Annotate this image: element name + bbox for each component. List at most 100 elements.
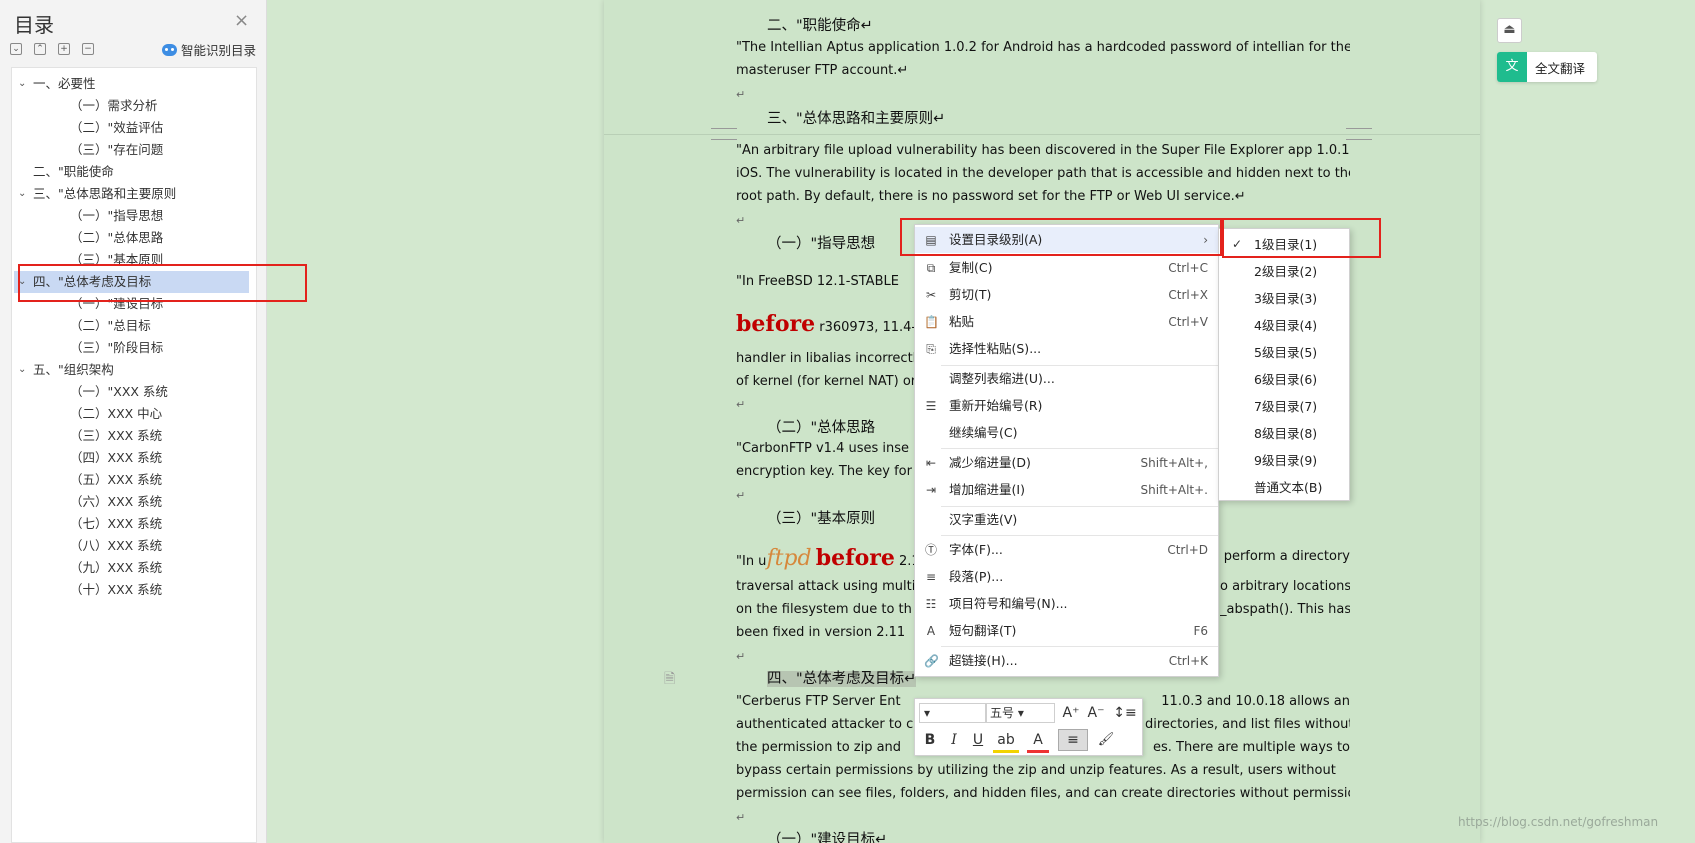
menu-decrease-indent[interactable]: ⇤ 减少缩进量(D) Shift+Alt+, [915,450,1218,476]
menu-bullets-numbering[interactable]: ☷ 项目符号和编号(N)... [915,591,1218,617]
font-color-icon[interactable]: A [1027,730,1049,753]
doc-paragraph[interactable]: "In FreeBSD 12.1-STABLE [736,270,906,293]
toc-item[interactable]: （一）"指导思想 [70,206,163,226]
font-size-select[interactable]: 五号 ▾ [985,703,1055,723]
doc-heading[interactable]: （一）"指导思想 [767,232,875,253]
submenu-level-8[interactable]: 8级目录(8) [1219,420,1349,447]
toc-item[interactable]: （三）XXX 系统 [70,426,162,446]
doc-heading-selected[interactable]: 四、"总体考虑及目标↵ [767,667,917,688]
toc-item[interactable]: ⌄ 三、"总体思路和主要原则 [18,184,176,204]
submenu-level-6[interactable]: 6级目录(6) [1219,366,1349,393]
collapse-panel-icon[interactable]: ⏏ [1497,18,1522,43]
menu-continue-numbering[interactable]: 继续编号(C) [915,420,1218,446]
doc-paragraph[interactable]: encryption key. The key for lo [736,460,916,483]
align-icon[interactable]: ≡ [1058,729,1088,751]
doc-heading[interactable]: 三、"总体思路和主要原则↵ [767,107,945,128]
menu-increase-indent[interactable]: ⇥ 增加缩进量(I) Shift+Alt+. [915,477,1218,503]
chevron-down-icon[interactable]: ⌄ [18,360,26,380]
remove-heading-icon[interactable]: − [82,43,94,55]
font-name-select[interactable]: ▾ [919,703,987,723]
toc-item[interactable]: （四）XXX 系统 [70,448,162,468]
submenu-level-5[interactable]: 5级目录(5) [1219,339,1349,366]
doc-paragraph[interactable]: authenticated attacker to cr [736,713,916,736]
menu-reselect-hanzi[interactable]: 汉字重选(V) [915,507,1218,533]
toc-item[interactable]: （三）"阶段目标 [70,338,163,358]
doc-paragraph[interactable]: "An arbitrary file upload vulnerability … [736,139,1350,162]
doc-paragraph[interactable]: bypass certain permissions by utilizing … [736,759,1350,782]
doc-paragraph[interactable]: handler in libalias incorrectly [736,347,916,370]
menu-font[interactable]: Ⓣ 字体(F)... Ctrl+D [915,537,1218,563]
doc-heading[interactable]: （二）"总体思路 [767,416,875,437]
format-painter-icon[interactable]: 🖌 [1095,730,1117,750]
doc-heading[interactable]: （一）"建设目标↵ [767,828,887,843]
doc-paragraph[interactable]: the permission to zip and [736,736,916,759]
chevron-down-icon[interactable]: ⌄ [18,184,26,204]
doc-paragraph[interactable]: on the filesystem due to th [736,598,916,621]
toc-item[interactable]: （二）XXX 中心 [70,404,162,424]
toc-item[interactable]: （二）"效益评估 [70,118,163,138]
add-heading-icon[interactable]: + [58,43,70,55]
doc-paragraph[interactable]: been fixed in version 2.11 [736,621,916,644]
submenu-level-4[interactable]: 4级目录(4) [1219,312,1349,339]
submenu-level-3[interactable]: 3级目录(3) [1219,285,1349,312]
toc-item[interactable]: （一）需求分析 [70,96,158,116]
shrink-font-icon[interactable]: A⁻ [1085,703,1107,723]
doc-paragraph[interactable]: before r360973, 11.4-B [736,309,916,343]
doc-paragraph[interactable]: "Cerberus FTP Server Ent [736,690,916,713]
submenu-level-7[interactable]: 7级目录(7) [1219,393,1349,420]
toc-item[interactable]: （九）XXX 系统 [70,558,162,578]
chevron-down-icon[interactable]: ⌄ [18,74,26,94]
doc-paragraph[interactable]: es. There are multiple ways to [1145,736,1350,759]
submenu-level-2[interactable]: 2级目录(2) [1219,258,1349,285]
doc-paragraph[interactable]: root path. By default, there is no passw… [736,185,1350,208]
toc-item[interactable]: （八）XXX 系统 [70,536,162,556]
doc-paragraph[interactable]: of kernel (for kernel NAT) or [736,370,916,393]
doc-paragraph[interactable]: permission can see files, folders, and h… [736,782,1350,805]
menu-copy[interactable]: ⧉ 复制(C) Ctrl+C [915,255,1218,281]
bold-icon[interactable]: B [921,730,939,750]
doc-paragraph[interactable]: 11.0.3 and 10.0.18 allows an [1160,690,1350,713]
toc-item[interactable]: （六）XXX 系统 [70,492,162,512]
toc-item[interactable]: 二、"职能使命 [33,162,114,182]
close-icon[interactable]: × [234,10,249,31]
highlight-icon[interactable]: ab [993,730,1019,753]
collapse-all-icon[interactable]: ⌄ [10,43,22,55]
toc-item[interactable]: （十）XXX 系统 [70,580,162,600]
doc-heading[interactable]: （三）"基本原则 [767,507,875,528]
menu-cut[interactable]: ✂ 剪切(T) Ctrl+X [915,282,1218,308]
expand-all-icon[interactable]: ⌃ [34,43,46,55]
full-translate-button[interactable]: 文 全文翻译 [1497,52,1597,82]
doc-heading[interactable]: 二、"职能使命↵ [767,14,873,35]
italic-icon[interactable]: I [945,730,963,750]
document-icon[interactable]: 🗎 [664,668,675,692]
menu-restart-numbering[interactable]: ☰ 重新开始编号(R) [915,393,1218,419]
doc-paragraph[interactable]: _abspath(). This has [1220,598,1350,621]
menu-paste-special[interactable]: ⎘ 选择性粘贴(S)... [915,336,1218,362]
submenu-level-9[interactable]: 9级目录(9) [1219,447,1349,474]
toc-item[interactable]: （五）XXX 系统 [70,470,162,490]
doc-paragraph[interactable]: masteruser FTP account.↵ [736,59,1350,82]
doc-paragraph[interactable]: iOS. The vulnerability is located in the… [736,162,1350,185]
toc-item[interactable]: （三）"存在问题 [70,140,163,160]
doc-paragraph[interactable]: o arbitrary locations [1220,575,1350,598]
grow-font-icon[interactable]: A⁺ [1060,703,1082,723]
smart-toc-button[interactable]: 智能识别目录 [162,40,256,59]
doc-paragraph[interactable]: "The Intellian Aptus application 1.0.2 f… [736,36,1350,59]
toc-item[interactable]: ⌄ 一、必要性 [18,74,96,94]
menu-hyperlink[interactable]: 🔗 超链接(H)... Ctrl+K [915,648,1218,674]
menu-paste[interactable]: 📋 粘贴 Ctrl+V [915,309,1218,335]
menu-paragraph[interactable]: ≡ 段落(P)... [915,564,1218,590]
line-spacing-icon[interactable]: ↕≡ [1111,703,1139,723]
doc-paragraph[interactable]: "In uftpd before 2.1 [736,543,916,577]
doc-paragraph[interactable]: "CarbonFTP v1.4 uses inse [736,437,916,460]
toc-item[interactable]: ⌄ 五、"组织架构 [18,360,114,380]
toc-item[interactable]: （七）XXX 系统 [70,514,162,534]
underline-icon[interactable]: U [969,730,987,750]
menu-short-translate[interactable]: A 短句翻译(T) F6 [915,618,1218,644]
submenu-plain-text[interactable]: 普通文本(B) [1219,474,1349,501]
doc-paragraph[interactable]: perform a directory [1220,545,1350,568]
toc-item[interactable]: （二）"总体思路 [70,228,163,248]
toc-item[interactable]: （一）"XXX 系统 [70,382,168,402]
toc-item[interactable]: （二）"总目标 [70,316,151,336]
doc-paragraph[interactable]: traversal attack using multip [736,575,916,598]
